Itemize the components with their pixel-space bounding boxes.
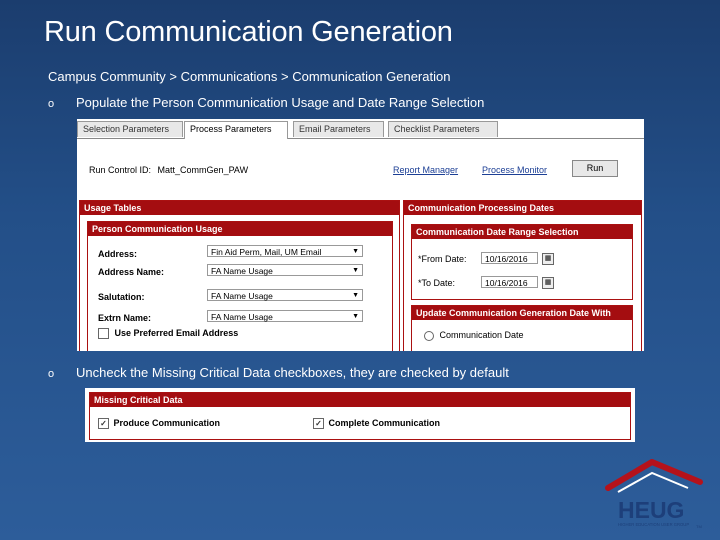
run-control-value: Matt_CommGen_PAW (157, 165, 249, 175)
run-control-id: Run Control ID: Matt_CommGen_PAW (89, 165, 248, 175)
communication-date-label: Communication Date (439, 330, 524, 340)
to-date-input[interactable]: 10/16/2016 (481, 276, 538, 288)
update-date-header: Update Communication Generation Date Wit… (412, 306, 632, 320)
run-control-label: Run Control ID: (89, 165, 152, 175)
date-range-section: Communication Date Range Selection *From… (411, 224, 633, 300)
process-monitor-link[interactable]: Process Monitor (482, 165, 547, 175)
complete-communication-label: Complete Communication (328, 418, 441, 428)
report-manager-link[interactable]: Report Manager (393, 165, 458, 175)
communication-date-option: Communication Date (424, 330, 524, 341)
tab-selection-parameters[interactable]: Selection Parameters (77, 121, 183, 137)
missing-critical-data-screenshot: Missing Critical Data ✓ Produce Communic… (85, 388, 635, 442)
address-name-select[interactable]: FA Name Usage ▼ (207, 264, 363, 276)
complete-communication-checkbox[interactable]: ✓ (313, 418, 324, 430)
missing-critical-data-header: Missing Critical Data (90, 393, 630, 407)
heug-logo: HEUG HIGHER EDUCATION USER GROUP TM (604, 458, 714, 532)
calendar-icon[interactable]: ▦ (542, 253, 554, 265)
bullet-text: Uncheck the Missing Critical Data checkb… (76, 365, 509, 380)
svg-text:HEUG: HEUG (618, 497, 684, 523)
missing-critical-data-panel: Missing Critical Data ✓ Produce Communic… (89, 392, 631, 440)
chevron-down-icon: ▼ (352, 292, 359, 299)
salutation-select-value: FA Name Usage (211, 291, 273, 301)
complete-communication-row: ✓ Complete Communication (313, 418, 441, 430)
chevron-down-icon: ▼ (352, 248, 359, 255)
svg-text:HIGHER EDUCATION USER GROUP: HIGHER EDUCATION USER GROUP (618, 522, 689, 527)
tab-checklist-parameters[interactable]: Checklist Parameters (388, 121, 498, 137)
usage-tables-header: Usage Tables (80, 201, 399, 215)
tab-bar: Selection Parameters Process Parameters … (77, 119, 644, 139)
address-select-value: Fin Aid Perm, Mail, UM Email (211, 247, 322, 257)
heug-logo-mark: HEUG HIGHER EDUCATION USER GROUP TM (605, 459, 703, 529)
bullet-item: o Uncheck the Missing Critical Data check… (48, 365, 509, 380)
address-name-label: Address Name: (98, 267, 165, 277)
run-button[interactable]: Run (572, 160, 618, 177)
slide-title: Run Communication Generation (44, 16, 453, 48)
preferred-email-checkbox[interactable] (98, 328, 109, 340)
salutation-select[interactable]: FA Name Usage ▼ (207, 289, 363, 301)
tab-process-parameters[interactable]: Process Parameters (184, 121, 288, 139)
chevron-down-icon: ▼ (352, 313, 359, 320)
address-label: Address: (98, 249, 138, 259)
address-name-select-value: FA Name Usage (211, 266, 273, 276)
usage-tables-panel: Usage Tables Person Communication Usage … (79, 200, 400, 351)
date-range-header: Communication Date Range Selection (412, 225, 632, 239)
extrn-name-select[interactable]: FA Name Usage ▼ (207, 310, 363, 322)
chevron-down-icon: ▼ (352, 267, 359, 274)
bullet-item: o Populate the Person Communication Usage… (48, 95, 484, 110)
bullet-text: Populate the Person Communication Usage … (76, 95, 485, 110)
bullet-marker: o (48, 368, 55, 380)
produce-communication-row: ✓ Produce Communication (98, 418, 221, 430)
extrn-name-select-value: FA Name Usage (211, 312, 273, 322)
person-communication-usage-header: Person Communication Usage (88, 222, 392, 236)
produce-communication-checkbox[interactable]: ✓ (98, 418, 109, 430)
tab-email-parameters[interactable]: Email Parameters (293, 121, 384, 137)
processing-dates-panel: Communication Processing Dates Communica… (403, 200, 642, 351)
breadcrumb: Campus Community > Communications > Comm… (48, 69, 451, 84)
bullet-marker: o (48, 98, 55, 110)
calendar-icon[interactable]: ▦ (542, 277, 554, 289)
update-date-section: Update Communication Generation Date Wit… (411, 305, 633, 351)
produce-communication-label: Produce Communication (113, 418, 221, 428)
communication-date-radio[interactable] (424, 330, 434, 341)
salutation-label: Salutation: (98, 292, 145, 302)
address-select[interactable]: Fin Aid Perm, Mail, UM Email ▼ (207, 245, 363, 257)
preferred-email-row: Use Preferred Email Address (98, 328, 239, 340)
process-parameters-screenshot: Selection Parameters Process Parameters … (77, 119, 644, 351)
svg-text:TM: TM (696, 524, 702, 529)
preferred-email-label: Use Preferred Email Address (114, 328, 239, 338)
to-date-label: *To Date: (418, 278, 456, 288)
from-date-input[interactable]: 10/16/2016 (481, 252, 538, 264)
person-communication-usage-section: Person Communication Usage Address: Fin … (87, 221, 393, 351)
processing-dates-header: Communication Processing Dates (404, 201, 641, 215)
extrn-name-label: Extrn Name: (98, 313, 152, 323)
from-date-label: *From Date: (418, 254, 467, 264)
